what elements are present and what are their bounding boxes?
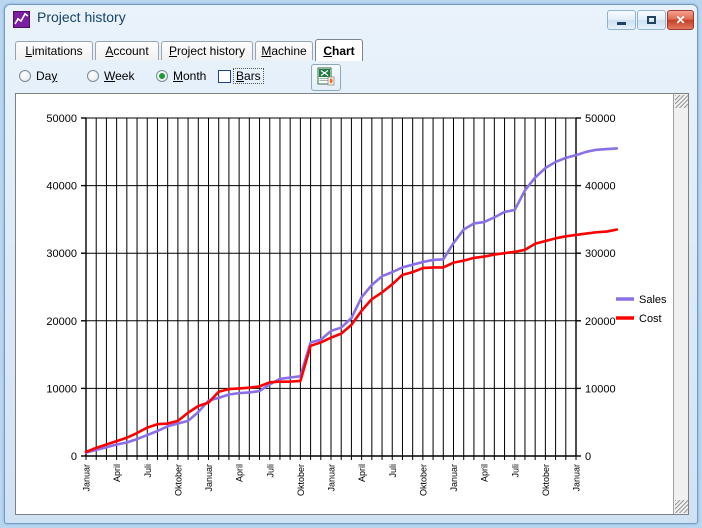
radio-week-indicator <box>87 70 99 82</box>
y-tick-label-right: 10000 <box>585 383 616 395</box>
project-history-window: Project history ✕ Limitations Account Pr… <box>4 4 698 524</box>
excel-export-icon <box>317 67 336 89</box>
x-tick-label: Januar <box>572 464 582 492</box>
tab-chart-label: hart <box>332 43 355 58</box>
x-tick-label: Januar <box>204 464 214 492</box>
bars-checkbox-box <box>218 69 231 83</box>
tab-limitations-label: imitations <box>32 44 83 58</box>
x-tick-label: April <box>357 464 367 482</box>
x-tick-label: April <box>112 464 122 482</box>
chart-panel-scrollbar[interactable] <box>673 94 688 514</box>
x-tick-label: Juli <box>265 464 275 478</box>
legend-label-sales: Sales <box>639 294 667 306</box>
chart-canvas: 0 0 10000 10000 20000 20000 30000 30000 40000 400… <box>46 113 667 496</box>
radio-month[interactable]: Month <box>156 69 206 83</box>
tab-limitations[interactable]: Limitations <box>15 41 93 60</box>
bars-checkbox-label: Bars <box>233 68 264 84</box>
tab-strip: Limitations Account Project history Mach… <box>15 39 687 61</box>
x-tick-label: Januar <box>449 464 459 492</box>
x-tick-label: Januar <box>82 464 92 492</box>
minimize-icon <box>608 11 635 29</box>
title-bar: Project history ✕ <box>5 5 697 33</box>
radio-week[interactable]: Week <box>87 69 134 83</box>
y-tick-label-left: 40000 <box>46 181 77 193</box>
x-tick-label: Juli <box>388 464 398 478</box>
excel-export-button[interactable] <box>311 64 341 91</box>
chart-panel: 0 0 10000 10000 20000 20000 30000 30000 40000 400… <box>15 93 689 515</box>
maximize-button[interactable] <box>637 10 666 30</box>
chart-line-icon <box>13 11 30 28</box>
y-tick-label-right: 0 <box>585 451 591 463</box>
x-tick-label: Oktober <box>541 464 551 496</box>
y-tick-label-right: 50000 <box>585 113 616 125</box>
chart-options-toolbar: Day Week Month Bars <box>15 63 687 93</box>
x-tick-label: Oktober <box>173 464 183 496</box>
maximize-icon <box>638 11 665 29</box>
window-title: Project history <box>37 9 126 25</box>
close-icon: ✕ <box>675 13 686 27</box>
tab-machine-label: achine <box>271 44 307 58</box>
radio-week-label: Week <box>104 69 135 83</box>
minimize-button[interactable] <box>607 10 636 30</box>
x-tick-label: Oktober <box>296 464 306 496</box>
y-tick-label-left: 0 <box>71 451 77 463</box>
y-tick-label-right: 20000 <box>585 316 616 328</box>
y-tick-label-left: 50000 <box>46 113 77 125</box>
y-tick-label-left: 20000 <box>46 316 77 328</box>
y-tick-label-right: 40000 <box>585 181 616 193</box>
x-tick-label: April <box>480 464 490 482</box>
radio-month-label: Month <box>173 69 207 83</box>
close-button[interactable]: ✕ <box>667 10 694 30</box>
bars-checkbox[interactable]: Bars <box>218 68 264 84</box>
tab-project-history-label: roject history <box>177 44 246 58</box>
y-tick-label-right: 30000 <box>585 248 616 260</box>
tab-machine[interactable]: Machine <box>255 41 313 60</box>
legend-label-cost: Cost <box>639 313 662 325</box>
tab-project-history[interactable]: Project history <box>161 41 253 60</box>
x-tick-label: Oktober <box>418 464 428 496</box>
tab-account-label: ccount <box>113 44 149 58</box>
tab-chart[interactable]: Chart <box>315 39 363 61</box>
scroll-down-grip-icon[interactable] <box>675 500 688 513</box>
radio-day-indicator <box>19 70 31 82</box>
tab-account[interactable]: Account <box>95 41 159 60</box>
x-tick-label: Juli <box>510 464 520 478</box>
x-tick-label: Juli <box>143 464 153 478</box>
radio-day[interactable]: Day <box>19 69 57 83</box>
y-tick-label-left: 30000 <box>46 248 77 260</box>
radio-month-indicator <box>156 70 168 82</box>
x-tick-label: Januar <box>327 464 337 492</box>
scroll-up-grip-icon[interactable] <box>675 95 688 108</box>
x-tick-label: April <box>235 464 245 482</box>
y-tick-label-left: 10000 <box>46 383 77 395</box>
radio-day-label: Day <box>36 69 58 83</box>
